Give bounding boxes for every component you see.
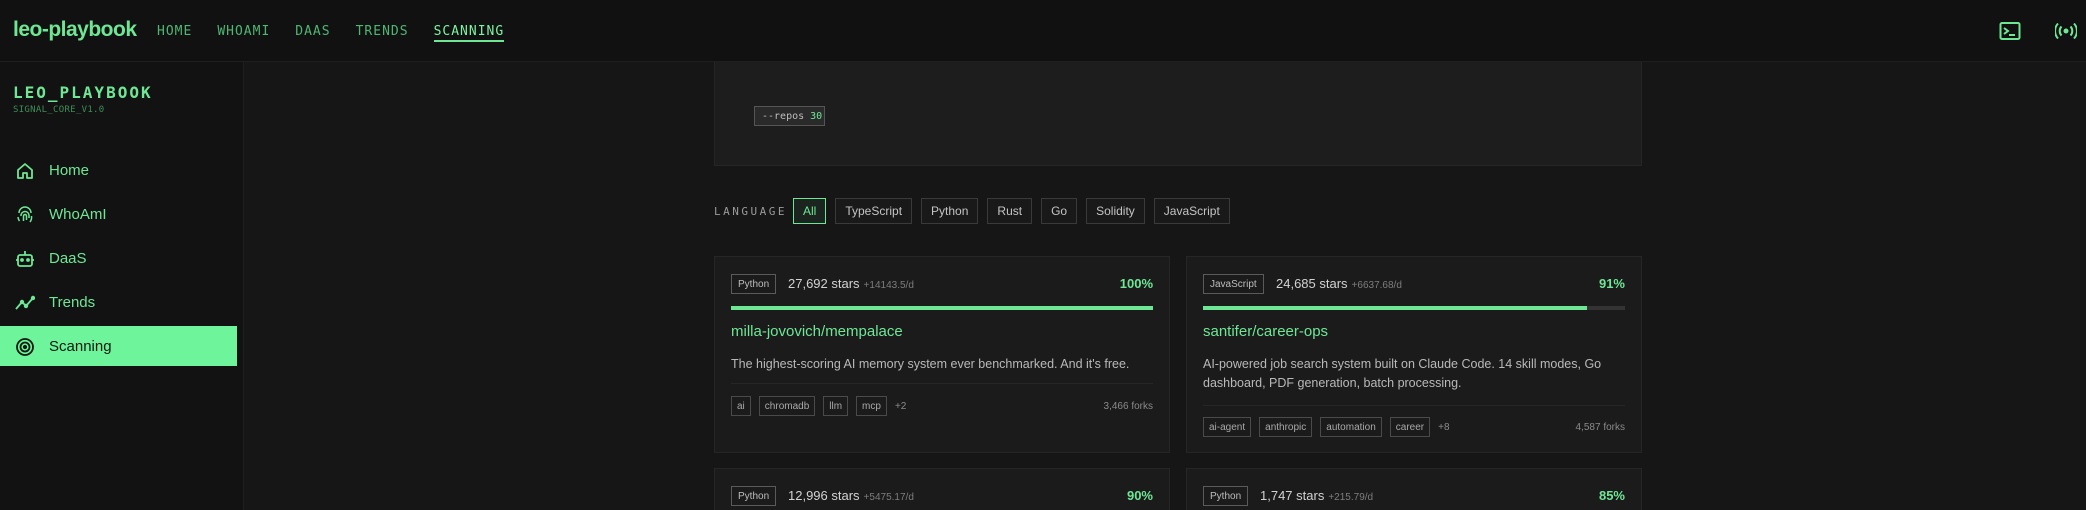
stars-total: 1,747 stars bbox=[1260, 488, 1325, 503]
language-badge: Python bbox=[731, 274, 777, 294]
sidebar-item-trends[interactable]: Trends bbox=[0, 282, 237, 322]
fingerprint-icon bbox=[15, 205, 35, 225]
brand-logo[interactable]: leo-playbook bbox=[13, 18, 137, 42]
repo-name-link[interactable]: milla-jovovich/mempalace bbox=[731, 323, 903, 340]
more-tags: +2 bbox=[894, 400, 907, 412]
top-bar: leo-playbook HOME WHOAMI DAAS TRENDS SCA… bbox=[0, 0, 2086, 62]
nav-scanning[interactable]: SCANNING bbox=[433, 0, 505, 62]
repo-card[interactable]: Python 1,747 stars +215.79/d 85% bbox=[1186, 468, 1642, 510]
topic-tag[interactable]: anthropic bbox=[1259, 417, 1313, 437]
score-bar bbox=[731, 306, 1153, 310]
stars-total: 24,685 stars bbox=[1276, 276, 1348, 291]
language-label: LANGUAGE bbox=[714, 205, 787, 218]
score-bar bbox=[1203, 306, 1625, 310]
topic-tag[interactable]: llm bbox=[823, 396, 849, 416]
sidebar-item-label: WhoAmI bbox=[49, 206, 107, 223]
star-count: 1,747 stars +215.79/d bbox=[1260, 488, 1373, 503]
card-divider bbox=[731, 383, 1153, 384]
score-bar-fill bbox=[1203, 306, 1588, 310]
filter-solidity[interactable]: Solidity bbox=[1086, 198, 1145, 224]
terminal-icon[interactable] bbox=[1999, 21, 2021, 41]
top-nav: HOME WHOAMI DAAS TRENDS SCANNING bbox=[157, 0, 529, 62]
topic-tag[interactable]: ai bbox=[731, 396, 751, 416]
stars-per-day: +215.79/d bbox=[1328, 492, 1374, 503]
sidebar-item-daas[interactable]: DaaS bbox=[0, 238, 237, 278]
repo-name-link[interactable]: santifer/career-ops bbox=[1203, 323, 1328, 340]
nav-whoami[interactable]: WHOAMI bbox=[217, 0, 270, 62]
filter-javascript[interactable]: JavaScript bbox=[1153, 198, 1230, 224]
topic-tag[interactable]: chromadb bbox=[758, 396, 816, 416]
stars-per-day: +5475.17/d bbox=[863, 492, 914, 503]
sidebar-item-label: Scanning bbox=[49, 338, 112, 355]
scan-icon bbox=[15, 337, 35, 357]
star-count: 27,692 stars +14143.5/d bbox=[788, 276, 914, 291]
more-tags: +8 bbox=[1438, 421, 1450, 433]
repos-count-chip: --repos 30 bbox=[754, 106, 825, 126]
sidebar-item-label: DaaS bbox=[49, 250, 87, 267]
repo-card[interactable]: JavaScript 24,685 stars +6637.68/d 91% sa… bbox=[1186, 256, 1642, 453]
sidebar-item-home[interactable]: Home bbox=[0, 150, 237, 190]
score-percent: 100% bbox=[1119, 276, 1153, 291]
repo-card[interactable]: Python 27,692 stars +14143.5/d 100% milla… bbox=[714, 256, 1170, 453]
filter-all[interactable]: All bbox=[793, 198, 827, 224]
filter-rust[interactable]: Rust bbox=[987, 198, 1033, 224]
nav-daas[interactable]: DAAS bbox=[295, 0, 330, 62]
repo-description: AI-powered job search system built on Cl… bbox=[1203, 357, 1602, 390]
nav-trends[interactable]: TRENDS bbox=[356, 0, 409, 62]
repo-card[interactable]: Python 12,996 stars +5475.17/d 90% bbox=[714, 468, 1170, 510]
star-count: 24,685 stars +6637.68/d bbox=[1276, 276, 1402, 291]
fork-count: 3,466 forks bbox=[1103, 400, 1153, 412]
topic-tag[interactable]: career bbox=[1389, 417, 1431, 437]
home-icon bbox=[15, 161, 35, 181]
tag-row: ai-agent anthropic automation career +8 … bbox=[1203, 416, 1625, 438]
sidebar-item-label: Home bbox=[49, 162, 90, 179]
topic-tag[interactable]: ai-agent bbox=[1203, 417, 1252, 437]
sidebar-title: LEO_PLAYBOOK bbox=[13, 83, 153, 102]
sidebar-item-whoami[interactable]: WhoAmI bbox=[0, 194, 237, 234]
robot-icon bbox=[15, 249, 35, 269]
stars-total: 12,996 stars bbox=[788, 488, 860, 503]
topic-tag[interactable]: automation bbox=[1320, 417, 1382, 437]
repo-description: The highest-scoring AI memory system eve… bbox=[731, 357, 1130, 371]
repos-chip-value: 30 bbox=[810, 110, 823, 122]
stars-per-day: +6637.68/d bbox=[1351, 280, 1402, 291]
score-percent: 90% bbox=[1126, 488, 1153, 503]
language-filters: All TypeScript Python Rust Go Solidity J… bbox=[793, 198, 1239, 224]
trend-icon bbox=[15, 293, 36, 313]
score-percent: 85% bbox=[1598, 488, 1625, 503]
card-divider bbox=[1203, 405, 1625, 406]
score-percent: 91% bbox=[1598, 276, 1625, 291]
filter-typescript[interactable]: TypeScript bbox=[835, 198, 913, 224]
score-bar-fill bbox=[731, 306, 1153, 310]
star-count: 12,996 stars +5475.17/d bbox=[788, 488, 914, 503]
language-badge: Python bbox=[1203, 486, 1249, 506]
tag-row: ai chromadb llm mcp +2 3,466 forks bbox=[731, 395, 1153, 417]
sidebar: LEO_PLAYBOOK SIGNAL_CORE_V1.0 Home WhoAm… bbox=[0, 62, 244, 510]
scan-panel bbox=[714, 62, 1642, 166]
repos-chip-label: --repos bbox=[762, 110, 805, 122]
sidebar-item-label: Trends bbox=[49, 294, 96, 311]
language-badge: Python bbox=[731, 486, 777, 506]
filter-go[interactable]: Go bbox=[1041, 198, 1078, 224]
stars-per-day: +14143.5/d bbox=[863, 280, 914, 291]
fork-count: 4,587 forks bbox=[1575, 421, 1625, 433]
broadcast-icon[interactable] bbox=[2054, 21, 2078, 41]
topic-tag[interactable]: mcp bbox=[856, 396, 887, 416]
sidebar-item-scanning[interactable]: Scanning bbox=[0, 326, 237, 366]
stars-total: 27,692 stars bbox=[788, 276, 860, 291]
filter-python[interactable]: Python bbox=[921, 198, 979, 224]
language-badge: JavaScript bbox=[1203, 274, 1264, 294]
sidebar-subtitle: SIGNAL_CORE_V1.0 bbox=[13, 105, 105, 115]
nav-home[interactable]: HOME bbox=[157, 0, 192, 62]
